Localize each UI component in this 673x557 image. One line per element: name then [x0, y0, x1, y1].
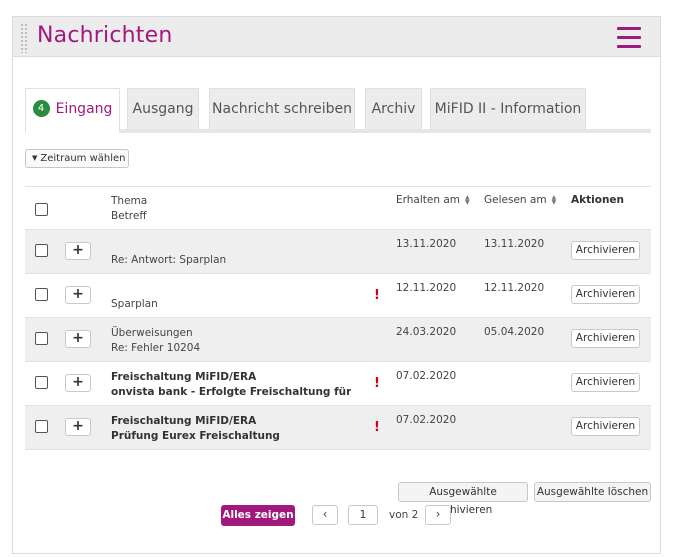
column-gelesen-label: Gelesen am — [484, 194, 547, 206]
page-title: Nachrichten — [37, 23, 173, 48]
column-aktionen: Aktionen — [571, 194, 625, 206]
table-header: Thema Betreff Erhalten am ▲ ▼ Gelesen am ▲ ▼… — [25, 186, 651, 230]
message-subject[interactable]: Freischaltung MiFID/ERA onvista bank - E… — [111, 370, 351, 400]
chevron-left-icon[interactable]: ‹ — [312, 505, 338, 525]
received-date: 12.11.2020 — [396, 282, 457, 294]
important-icon: ! — [374, 420, 380, 435]
column-betreff-label: Betreff — [111, 210, 147, 222]
expand-button[interactable]: + — [65, 330, 91, 348]
column-erhalten[interactable]: Erhalten am ▲ ▼ — [396, 194, 470, 206]
read-date: 12.11.2020 — [484, 282, 545, 294]
row-checkbox[interactable] — [35, 420, 48, 433]
archive-button[interactable]: Archivieren — [571, 417, 640, 436]
message-subject[interactable]: Überweisungen Re: Fehler 10204 — [111, 326, 351, 356]
message-subject[interactable]: Re: Antwort: Sparplan — [111, 238, 351, 268]
row-checkbox[interactable] — [35, 376, 48, 389]
archive-selected-button[interactable]: Ausgewählte archivieren — [398, 482, 528, 516]
caret-down-icon: ▼ — [32, 154, 38, 162]
page-count-label: von 2 — [389, 509, 419, 521]
archive-button[interactable]: Archivieren — [571, 373, 640, 392]
message-thema — [111, 282, 351, 297]
message-thema: Freischaltung MiFID/ERA — [111, 415, 257, 427]
expand-button[interactable]: + — [65, 286, 91, 304]
messages-table: Thema Betreff Erhalten am ▲ ▼ Gelesen am ▲ ▼… — [25, 186, 651, 450]
message-thema: Freischaltung MiFID/ERA — [111, 371, 257, 383]
received-date: 07.02.2020 — [396, 370, 457, 382]
messages-panel: Nachrichten 4 Eingang Ausgang Nachricht s… — [12, 16, 661, 554]
message-betreff: onvista bank - Erfolgte Freischaltung fü… — [111, 386, 351, 398]
received-date: 07.02.2020 — [396, 414, 457, 426]
tab-mifid-information[interactable]: MiFID II - Information — [430, 88, 586, 129]
tab-archiv[interactable]: Archiv — [365, 88, 422, 129]
message-betreff: Sparplan — [111, 298, 158, 310]
tab-bar: 4 Eingang Ausgang Nachricht schreiben Arc… — [25, 88, 651, 133]
row-checkbox[interactable] — [35, 244, 48, 257]
tab-nachricht-schreiben[interactable]: Nachricht schreiben — [209, 88, 355, 129]
column-thema-label: Thema — [111, 195, 148, 207]
message-thema — [111, 238, 351, 253]
page-number-input[interactable]: 1 — [348, 505, 378, 525]
expand-button[interactable]: + — [65, 242, 91, 260]
panel-header: Nachrichten — [13, 17, 660, 57]
message-thema: Überweisungen — [111, 327, 193, 339]
tab-label: Eingang — [55, 101, 113, 117]
sort-icon: ▲ ▼ — [551, 194, 557, 206]
archive-button[interactable]: Archivieren — [571, 329, 640, 348]
row-checkbox[interactable] — [35, 288, 48, 301]
received-date: 24.03.2020 — [396, 326, 457, 338]
chevron-right-icon[interactable]: › — [425, 505, 451, 525]
column-erhalten-label: Erhalten am — [396, 194, 461, 206]
tab-label: Archiv — [371, 101, 416, 117]
tab-label: MiFID II - Information — [434, 101, 582, 117]
column-thema: Thema Betreff — [111, 194, 147, 224]
sort-icon: ▲ ▼ — [465, 194, 470, 206]
message-betreff: Re: Antwort: Sparplan — [111, 254, 227, 266]
menu-icon[interactable] — [617, 27, 641, 48]
drag-handle-icon[interactable] — [20, 23, 28, 53]
message-betreff: Prüfung Eurex Freischaltung — [111, 430, 280, 442]
table-row[interactable]: + Überweisungen Re: Fehler 10204 24.03.2… — [25, 318, 651, 362]
row-checkbox[interactable] — [35, 332, 48, 345]
expand-button[interactable]: + — [65, 418, 91, 436]
archive-button[interactable]: Archivieren — [571, 241, 640, 260]
table-row[interactable]: + Freischaltung MiFID/ERA onvista bank -… — [25, 362, 651, 406]
message-subject[interactable]: Sparplan — [111, 282, 351, 312]
archive-button[interactable]: Archivieren — [571, 285, 640, 304]
select-all-checkbox[interactable] — [35, 203, 48, 216]
expand-button[interactable]: + — [65, 374, 91, 392]
tab-label: Nachricht schreiben — [212, 101, 352, 117]
table-row[interactable]: + Freischaltung MiFID/ERA Prüfung Eurex … — [25, 406, 651, 450]
important-icon: ! — [374, 376, 380, 391]
message-betreff: Re: Fehler 10204 — [111, 342, 201, 354]
tab-label: Ausgang — [132, 101, 194, 117]
read-date: 13.11.2020 — [484, 238, 545, 250]
tab-ausgang[interactable]: Ausgang — [127, 88, 199, 129]
show-all-button[interactable]: Alles zeigen — [221, 505, 295, 526]
received-date: 13.11.2020 — [396, 238, 457, 250]
important-icon: ! — [374, 288, 380, 303]
column-gelesen[interactable]: Gelesen am ▲ ▼ — [484, 194, 556, 206]
delete-selected-button[interactable]: Ausgewählte löschen — [534, 482, 651, 502]
table-row[interactable]: + Re: Antwort: Sparplan 13.11.2020 13.11… — [25, 230, 651, 274]
date-range-dropdown[interactable]: ▼ Zeitraum wählen — [25, 149, 129, 168]
read-date: 05.04.2020 — [484, 326, 545, 338]
message-subject[interactable]: Freischaltung MiFID/ERA Prüfung Eurex Fr… — [111, 414, 351, 444]
tab-eingang[interactable]: 4 Eingang — [25, 88, 120, 133]
date-range-label: Zeitraum wählen — [40, 153, 126, 164]
unread-count-badge: 4 — [32, 100, 50, 117]
table-row[interactable]: + Sparplan ! 12.11.2020 12.11.2020 Archi… — [25, 274, 651, 318]
